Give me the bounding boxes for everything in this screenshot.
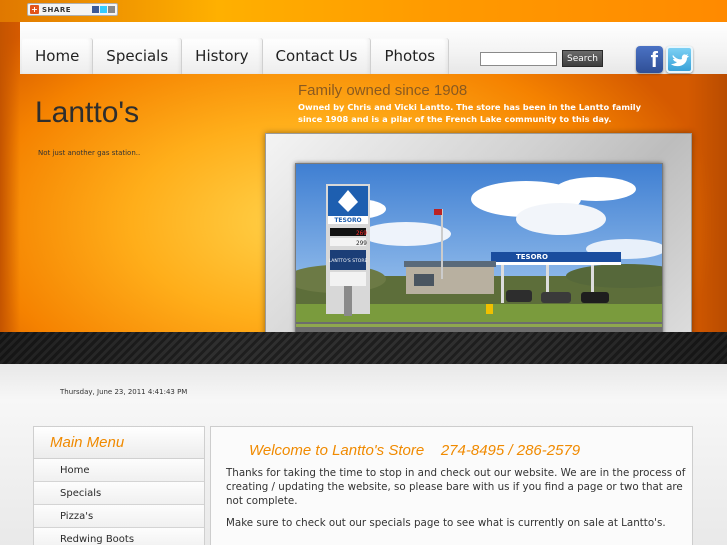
family-description: Owned by Chris and Vicki Lantto. The sto… [298,102,642,124]
store-sign: LANTTO'S STORE [329,258,368,264]
welcome-paragraph-1: Thanks for taking the time to stop in an… [226,467,686,507]
site-tagline: Not just another gas station.. [38,149,141,157]
search-button[interactable]: Search [562,50,603,67]
twitter-bird-shape [670,53,689,66]
main-menu: Main Menu Home Specials Pizza's Redwing … [33,426,205,545]
canopy-brand: TESORO [516,253,548,261]
menu-item-home[interactable]: Home [34,459,204,482]
main-navigation: Home Specials History Contact Us Photos [22,38,450,74]
menu-item-redwing-boots[interactable]: Redwing Boots [34,528,204,545]
share-label: SHARE [42,5,71,14]
family-heading: Family owned since 1908 [298,82,468,99]
current-datetime: Thursday, June 23, 2011 4:41:43 PM [60,388,188,396]
facebook-icon[interactable]: f [636,46,663,73]
menu-item-pizzas[interactable]: Pizza's [34,505,204,528]
price-display-1: 269 [356,230,367,237]
sign-brand: TESORO [334,217,361,224]
facebook-glyph: f [650,47,658,72]
email-small-icon [108,6,115,13]
nav-tab-contact-us[interactable]: Contact Us [262,38,372,74]
welcome-paragraph-2: Make sure to check out our specials page… [226,517,666,529]
share-button[interactable]: + SHARE [27,3,118,16]
nav-tab-photos[interactable]: Photos [371,38,450,74]
nav-tab-home[interactable]: Home [22,38,94,74]
site-title: Lantto's [35,96,140,129]
nav-tab-specials[interactable]: Specials [93,38,183,74]
welcome-body: Thanks for taking the time to stop in an… [226,466,686,538]
facebook-small-icon [92,6,99,13]
menu-item-specials[interactable]: Specials [34,482,204,505]
main-menu-title: Main Menu [34,427,204,459]
nav-tab-history[interactable]: History [182,38,263,74]
dark-divider-band [0,332,727,364]
twitter-small-icon [100,6,107,13]
price-display-2: 299 [356,240,367,247]
twitter-icon[interactable] [666,46,693,73]
welcome-heading: Welcome to Lantto's Store 274-8495 / 286… [249,442,581,459]
content-panel: Welcome to Lantto's Store 274-8495 / 286… [210,426,693,545]
plus-icon: + [30,5,39,14]
search-input[interactable] [480,52,557,66]
